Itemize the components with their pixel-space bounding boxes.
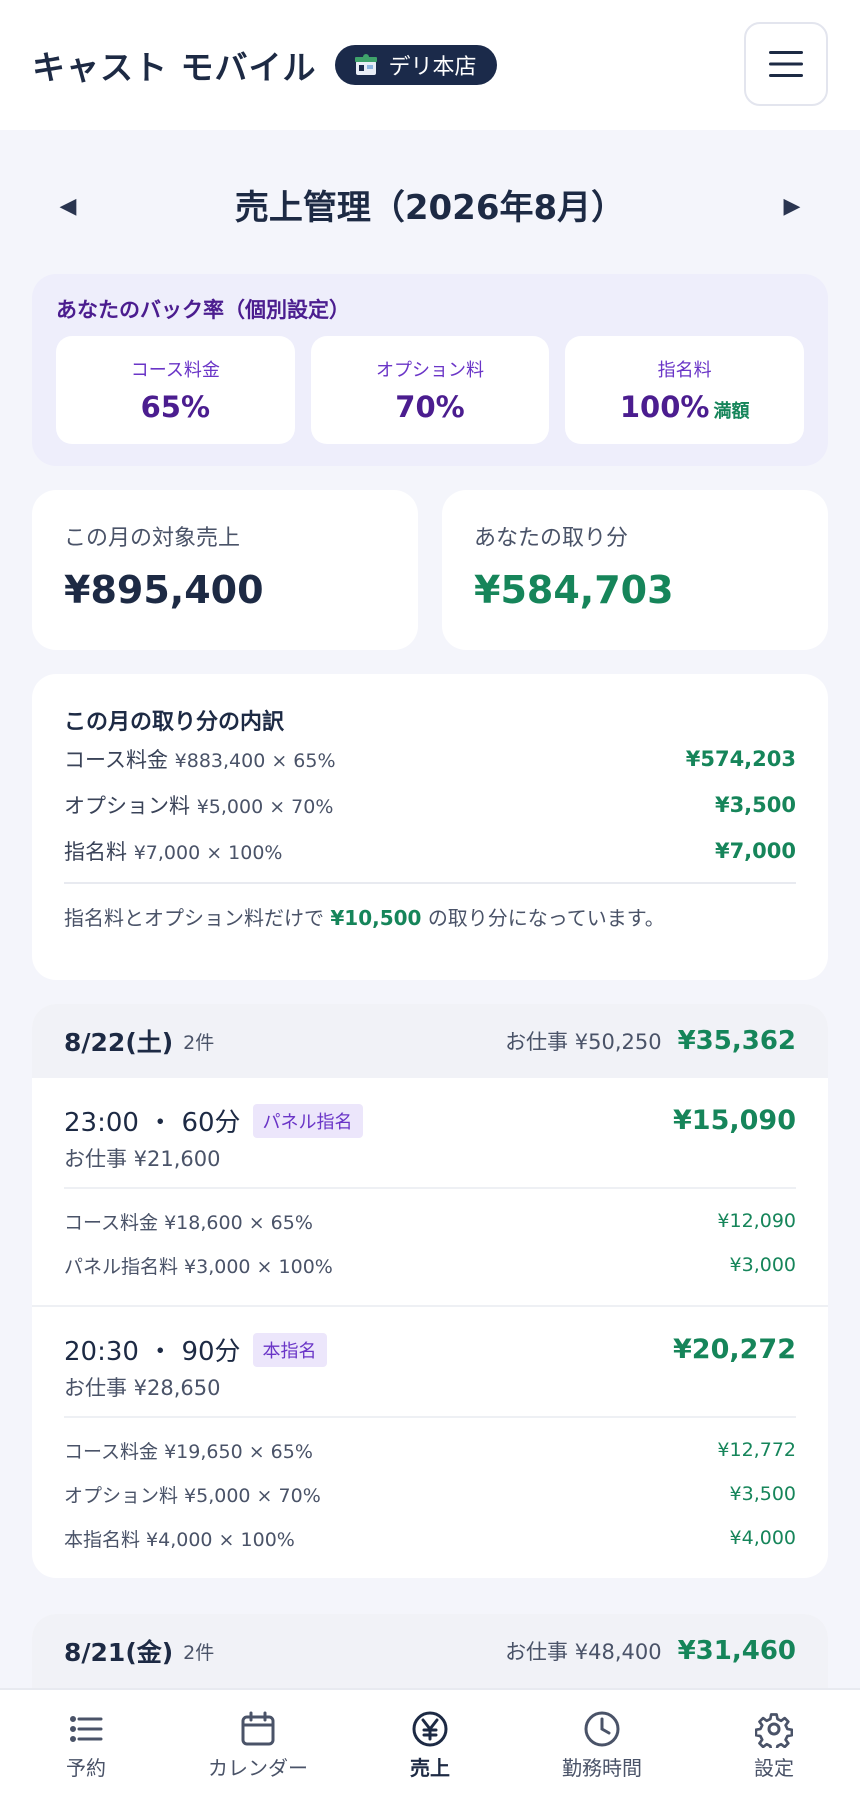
breakdown-title: この月の取り分の内訳: [64, 710, 285, 735]
day-header[interactable]: 8/21(金) 2件 お仕事 ¥48,400 ¥31,460: [32, 1614, 828, 1688]
day-card: 8/22(土) 2件 お仕事 ¥50,250 ¥35,362 23:00 ・ 6…: [32, 1004, 828, 1578]
booking-row: パネル指名料 ¥3,000 × 100% ¥3,000: [64, 1254, 796, 1278]
divider: [64, 1416, 796, 1418]
store-name: デリ本店: [388, 55, 477, 80]
gear-icon: [755, 1712, 793, 1748]
nav-item-calendar[interactable]: カレンダー: [172, 1690, 344, 1800]
rate-label: 指名料: [657, 360, 712, 381]
app-title: キャスト モバイル: [32, 48, 317, 87]
day-count: 2件: [183, 1641, 215, 1664]
page-title: 売上管理（2026年8月）: [234, 187, 626, 228]
nav-label: 売上: [410, 1755, 450, 1780]
booking-work: お仕事 ¥21,600: [64, 1147, 221, 1171]
caret-right-icon: ▶: [783, 193, 801, 219]
nav-item-settings[interactable]: 設定: [688, 1690, 860, 1800]
booking-work: お仕事 ¥28,650: [64, 1376, 221, 1400]
monthly-take-card: あなたの取り分 ¥584,703: [442, 490, 828, 650]
prev-month-button[interactable]: ◀: [48, 186, 88, 226]
breakdown-row: コース料金 ¥883,400 × 65% ¥574,203: [64, 747, 796, 772]
caret-left-icon: ◀: [59, 193, 77, 219]
breakdown-amount: ¥7,000: [714, 839, 796, 863]
clock-icon: [584, 1711, 620, 1746]
nomination-tag: 本指名: [252, 1332, 327, 1367]
rate-card-option: オプション料 70%: [310, 336, 550, 444]
booking-take: ¥20,272: [673, 1334, 796, 1365]
store-badge[interactable]: デリ本店: [334, 45, 497, 85]
booking-take: ¥15,090: [673, 1105, 796, 1136]
back-rate-panel: あなたのバック率（個別設定） コース料金 65% オプション料 70% 指名料 …: [32, 274, 828, 466]
menu-button[interactable]: [744, 22, 828, 106]
booking-item[interactable]: 23:00 ・ 60分 パネル指名 ¥15,090 お仕事 ¥21,600 コー…: [32, 1078, 828, 1307]
nomination-tag: パネル指名: [252, 1103, 363, 1138]
day-header[interactable]: 8/22(土) 2件 お仕事 ¥50,250 ¥35,362: [32, 1004, 828, 1078]
nav-item-work-hours[interactable]: 勤務時間: [516, 1690, 688, 1800]
divider: [64, 1187, 796, 1189]
app-header: キャスト モバイル デリ本店: [0, 0, 860, 130]
breakdown-amount: ¥574,203: [685, 747, 796, 771]
rate-label: オプション料: [376, 360, 484, 381]
booking-time: 20:30 ・ 90分: [64, 1337, 241, 1367]
hamburger-icon: [769, 51, 803, 77]
breakdown-amount: ¥3,500: [714, 793, 796, 817]
yen-icon: [412, 1711, 448, 1746]
booking-row: コース料金 ¥18,600 × 65% ¥12,090: [64, 1210, 796, 1234]
nav-item-sales[interactable]: 売上: [344, 1690, 516, 1800]
monthly-sales-value: ¥895,400: [64, 568, 264, 612]
nav-label: カレンダー: [208, 1755, 308, 1780]
day-date: 8/22(土): [64, 1028, 174, 1057]
summary-label: この月の対象売上: [64, 526, 241, 551]
rate-card-course: コース料金 65%: [56, 336, 295, 444]
nav-label: 予約: [66, 1755, 106, 1780]
bottom-nav: 予約 カレンダー 売上 勤務時間 設定: [0, 1688, 860, 1800]
day-take-total: ¥31,460: [677, 1636, 796, 1666]
day-work-total: お仕事 ¥50,250: [505, 1030, 662, 1054]
breakdown-note: 指名料とオプション料だけで ¥10,500 の取り分になっています。: [64, 906, 665, 930]
rate-value: 65%: [140, 390, 211, 424]
rate-value: 70%: [395, 390, 465, 424]
list-icon: [70, 1715, 103, 1742]
breakdown-card: この月の取り分の内訳 コース料金 ¥883,400 × 65% ¥574,203…: [32, 674, 828, 980]
rate-card-nomination: 指名料 100% 満額: [565, 336, 805, 444]
breakdown-row: オプション料 ¥5,000 × 70% ¥3,500: [64, 793, 796, 818]
next-month-button[interactable]: ▶: [772, 186, 812, 226]
booking-time: 23:00 ・ 60分: [64, 1108, 241, 1138]
rate-value: 100% 満額: [619, 390, 750, 424]
monthly-sales-card: この月の対象売上 ¥895,400: [32, 490, 418, 650]
breakdown-row: 指名料 ¥7,000 × 100% ¥7,000: [64, 839, 796, 864]
divider: [64, 882, 796, 884]
nav-label: 設定: [754, 1755, 794, 1780]
booking-row: 本指名料 ¥4,000 × 100% ¥4,000: [64, 1527, 796, 1551]
store-icon: [354, 54, 377, 75]
nav-item-reservations[interactable]: 予約: [0, 1690, 172, 1800]
day-take-total: ¥35,362: [677, 1026, 796, 1056]
month-nav: ◀ 売上管理（2026年8月） ▶: [0, 130, 860, 278]
content-area[interactable]: ◀ 売上管理（2026年8月） ▶ あなたのバック率（個別設定） コース料金 6…: [0, 130, 860, 1688]
rate-note: 満額: [713, 401, 750, 422]
booking-row: オプション料 ¥5,000 × 70% ¥3,500: [64, 1483, 796, 1507]
monthly-take-value: ¥584,703: [474, 568, 674, 612]
booking-item[interactable]: 20:30 ・ 90分 本指名 ¥20,272 お仕事 ¥28,650 コース料…: [32, 1307, 828, 1578]
day-work-total: お仕事 ¥48,400: [505, 1640, 662, 1664]
day-date: 8/21(金): [64, 1638, 174, 1667]
booking-row: コース料金 ¥19,650 × 65% ¥12,772: [64, 1439, 796, 1463]
back-rate-title: あなたのバック率（個別設定）: [56, 298, 350, 322]
rate-label: コース料金: [130, 360, 220, 381]
calendar-icon: [241, 1711, 275, 1745]
nav-label: 勤務時間: [562, 1755, 642, 1780]
day-card: 8/21(金) 2件 お仕事 ¥48,400 ¥31,460: [32, 1614, 828, 1688]
summary-label: あなたの取り分: [474, 526, 629, 551]
day-count: 2件: [183, 1031, 215, 1054]
